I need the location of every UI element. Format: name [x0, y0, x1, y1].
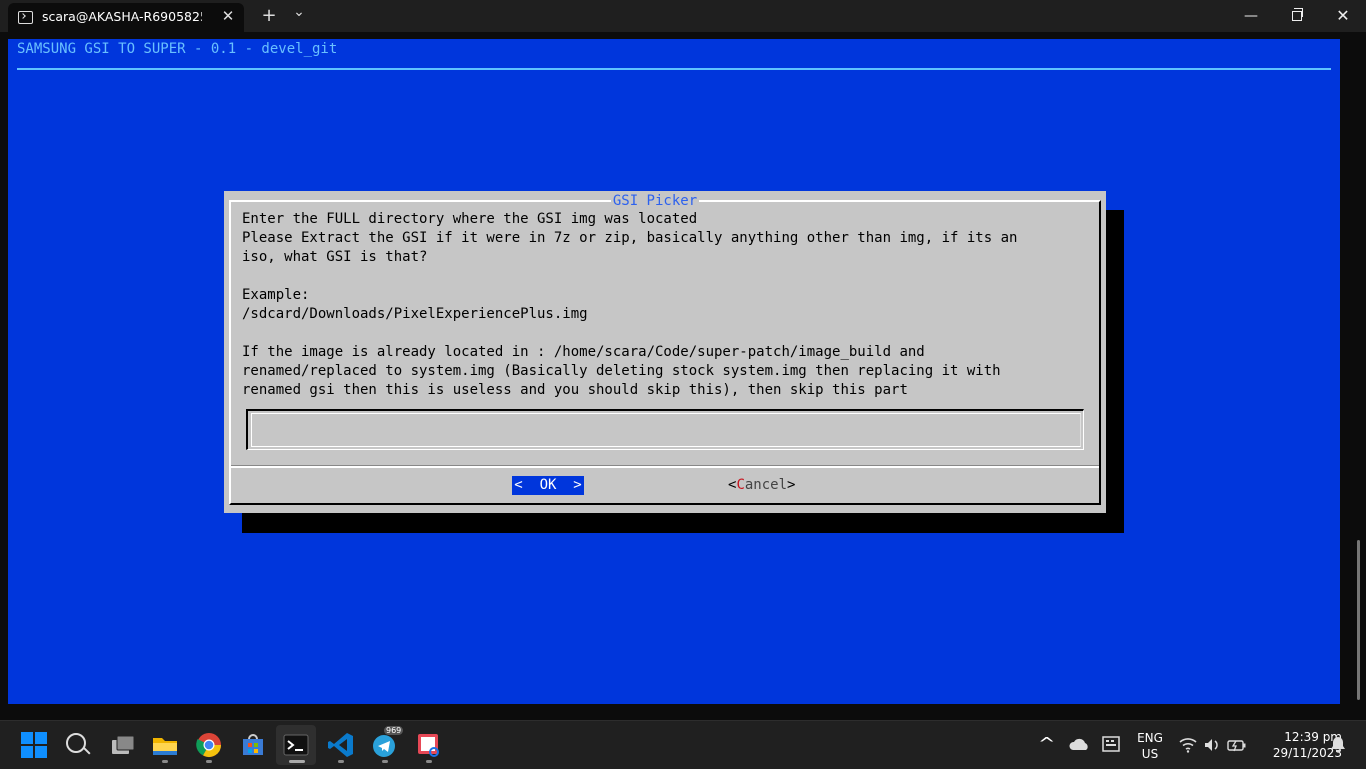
scrollbar-thumb[interactable] [1357, 540, 1360, 700]
dialog-text-line: If the image is already located in : /ho… [242, 344, 925, 360]
title-bar: scara@AKASHA-R6905825: ~/ ✕ + ⌄ — ✕ [0, 0, 1366, 32]
running-indicator [338, 760, 344, 763]
ok-button[interactable]: < OK > [512, 476, 584, 495]
tray-overflow-chevron[interactable]: ^ [1038, 734, 1055, 753]
notification-badge: 969 [384, 726, 404, 735]
store-icon [243, 734, 263, 755]
directory-input-box[interactable] [246, 409, 1084, 450]
cloud-icon [1069, 738, 1088, 750]
language-code: ENG [1137, 731, 1163, 745]
windows-logo-icon [21, 732, 33, 744]
dialog-text-line: Example: [242, 287, 310, 303]
active-indicator [289, 760, 305, 763]
snipping-tool-icon [418, 734, 439, 757]
running-indicator [206, 760, 212, 763]
app-header: SAMSUNG GSI TO SUPER - 0.1 - devel_git [17, 41, 338, 57]
cancel-bracket-close: > [787, 477, 796, 493]
volume-icon [1205, 739, 1218, 751]
keyboard-icon [1102, 736, 1120, 752]
tablet-keyboard-button[interactable] [1100, 733, 1128, 761]
onedrive-button[interactable] [1068, 733, 1096, 761]
cancel-button[interactable]: <Cancel> [728, 477, 795, 493]
dialog-text-line: Please Extract the GSI if it were in 7z … [242, 230, 1018, 246]
cancel-label: ancel [744, 477, 788, 493]
running-indicator [162, 760, 168, 763]
minimize-button[interactable]: — [1228, 0, 1274, 32]
search-icon-handle [83, 747, 91, 755]
keyboard-layout: US [1141, 747, 1159, 761]
folder-icon [153, 738, 177, 755]
dialog-title: GSI Picker [610, 193, 700, 209]
dialog-text-line: /sdcard/Downloads/PixelExperiencePlus.im… [242, 306, 588, 322]
new-tab-button[interactable]: + [257, 4, 281, 28]
snipping-tool-button[interactable] [415, 731, 443, 759]
restore-button[interactable] [1274, 0, 1320, 32]
vscode-button[interactable] [327, 731, 355, 759]
tab-dropdown-button[interactable]: ⌄ [287, 0, 311, 24]
close-window-button[interactable]: ✕ [1320, 0, 1366, 32]
restore-icon [1292, 8, 1303, 21]
tab-close-button[interactable]: ✕ [219, 5, 237, 27]
vscode-icon [328, 733, 353, 757]
dialog-text-line: renamed/replaced to system.img (Basicall… [242, 363, 1001, 379]
terminal-icon [18, 11, 33, 24]
running-indicator [426, 760, 432, 763]
telegram-button[interactable]: 969 [371, 726, 404, 759]
button-row-divider [231, 466, 1099, 468]
tab-title: scara@AKASHA-R6905825: ~/ [42, 9, 202, 24]
task-view-button[interactable] [108, 731, 136, 759]
telegram-icon [373, 735, 395, 757]
running-indicator [382, 760, 388, 763]
terminal-app-icon [283, 734, 309, 756]
dialog-title-row: GSI Picker [0, 193, 1310, 209]
wifi-icon [1179, 738, 1197, 753]
chrome-icon [196, 733, 221, 758]
task-view-icon [112, 735, 135, 754]
search-button[interactable] [64, 731, 92, 759]
file-explorer-button[interactable] [151, 731, 179, 759]
microsoft-store-button[interactable] [239, 731, 267, 759]
directory-input[interactable] [254, 419, 1074, 435]
search-icon [66, 733, 86, 753]
language-indicator[interactable]: ENG US [1132, 730, 1168, 762]
windows-logo-icon [35, 746, 47, 758]
dialog-text-line: iso, what GSI is that? [242, 249, 428, 265]
terminal-tab[interactable]: scara@AKASHA-R6905825: ~/ ✕ [8, 3, 244, 32]
start-button[interactable] [20, 731, 48, 759]
bell-icon [1331, 737, 1345, 752]
battery-button[interactable] [1226, 735, 1254, 763]
dialog-text-line: renamed gsi then this is useless and you… [242, 382, 908, 398]
dialog-text-line: Enter the FULL directory where the GSI i… [242, 211, 698, 227]
windows-logo-icon [35, 732, 47, 744]
terminal-taskbar-button[interactable] [276, 725, 316, 765]
header-divider [17, 68, 1331, 70]
notifications-button[interactable] [1328, 734, 1356, 762]
cancel-hotkey: C [736, 477, 745, 493]
taskbar: 969 ^ ENG US 12:39 pm 29/11/2023 [0, 720, 1366, 769]
chrome-button[interactable] [195, 731, 223, 759]
windows-logo-icon [21, 746, 33, 758]
battery-icon [1227, 740, 1246, 752]
